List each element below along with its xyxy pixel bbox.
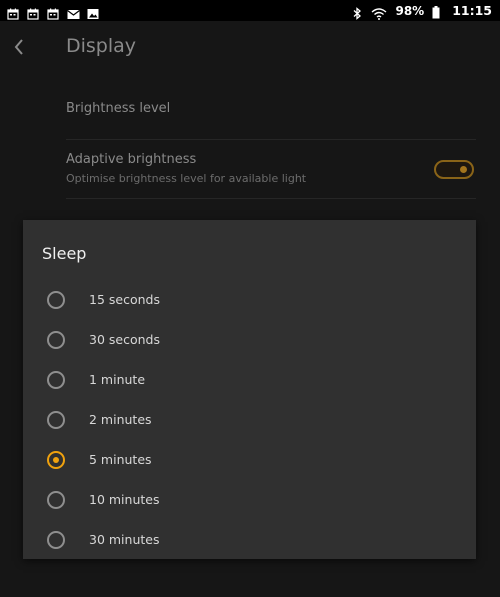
sleep-option[interactable]: 30 minutes	[23, 520, 476, 560]
brightness-level-label: Brightness level	[66, 101, 171, 116]
sleep-option[interactable]: 1 minute	[23, 360, 476, 400]
radio-unselected-icon[interactable]	[47, 411, 65, 429]
image-icon	[87, 5, 99, 19]
radio-unselected-icon[interactable]	[47, 491, 65, 509]
sleep-option[interactable]: 5 minutes	[23, 440, 476, 480]
toggle-knob	[460, 166, 467, 173]
radio-unselected-icon[interactable]	[47, 531, 65, 549]
adaptive-brightness-row[interactable]: Adaptive brightness Optimise brightness …	[66, 139, 476, 199]
calendar-icon	[7, 5, 19, 20]
notification-icons	[7, 5, 99, 20]
status-bar: 98% 11:15	[0, 0, 500, 21]
adaptive-brightness-toggle[interactable]	[434, 160, 474, 179]
sleep-option-label: 1 minute	[89, 372, 146, 387]
sleep-dialog: Sleep 15 seconds 30 seconds 1 minute 2 minu…	[23, 220, 476, 559]
brightness-level-row[interactable]: Brightness level	[66, 91, 476, 139]
page-title: Display	[66, 35, 137, 57]
sleep-option-label: 5 minutes	[89, 452, 152, 467]
clock: 11:15	[452, 3, 492, 18]
system-status: 98% 11:15	[351, 3, 492, 20]
radio-unselected-icon[interactable]	[47, 331, 65, 349]
dialog-title: Sleep	[42, 244, 87, 263]
battery-percent: 98%	[395, 3, 425, 18]
app-header: Display	[0, 21, 500, 73]
sleep-option[interactable]: 10 minutes	[23, 480, 476, 520]
wifi-icon	[371, 5, 387, 20]
sleep-option[interactable]: 15 seconds	[23, 280, 476, 320]
bluetooth-icon	[351, 5, 363, 20]
radio-unselected-icon[interactable]	[47, 291, 65, 309]
radio-unselected-icon[interactable]	[47, 371, 65, 389]
mail-icon	[67, 5, 80, 19]
sleep-option-label: 15 seconds	[89, 292, 160, 307]
adaptive-brightness-label: Adaptive brightness	[66, 152, 197, 167]
calendar-icon	[47, 5, 59, 20]
sleep-option-label: 2 minutes	[89, 412, 152, 427]
radio-selected-icon[interactable]	[47, 451, 65, 469]
sleep-option[interactable]: 2 minutes	[23, 400, 476, 440]
battery-icon	[432, 4, 440, 19]
sleep-option-label: 30 minutes	[89, 532, 160, 547]
adaptive-brightness-description: Optimise brightness level for available …	[66, 172, 307, 185]
chevron-left-icon[interactable]	[11, 37, 29, 57]
sleep-options: 15 seconds 30 seconds 1 minute 2 minutes 5 m…	[23, 280, 476, 560]
calendar-icon	[27, 5, 39, 20]
sleep-option[interactable]: 30 seconds	[23, 320, 476, 360]
sleep-option-label: 10 minutes	[89, 492, 160, 507]
sleep-option-label: 30 seconds	[89, 332, 160, 347]
